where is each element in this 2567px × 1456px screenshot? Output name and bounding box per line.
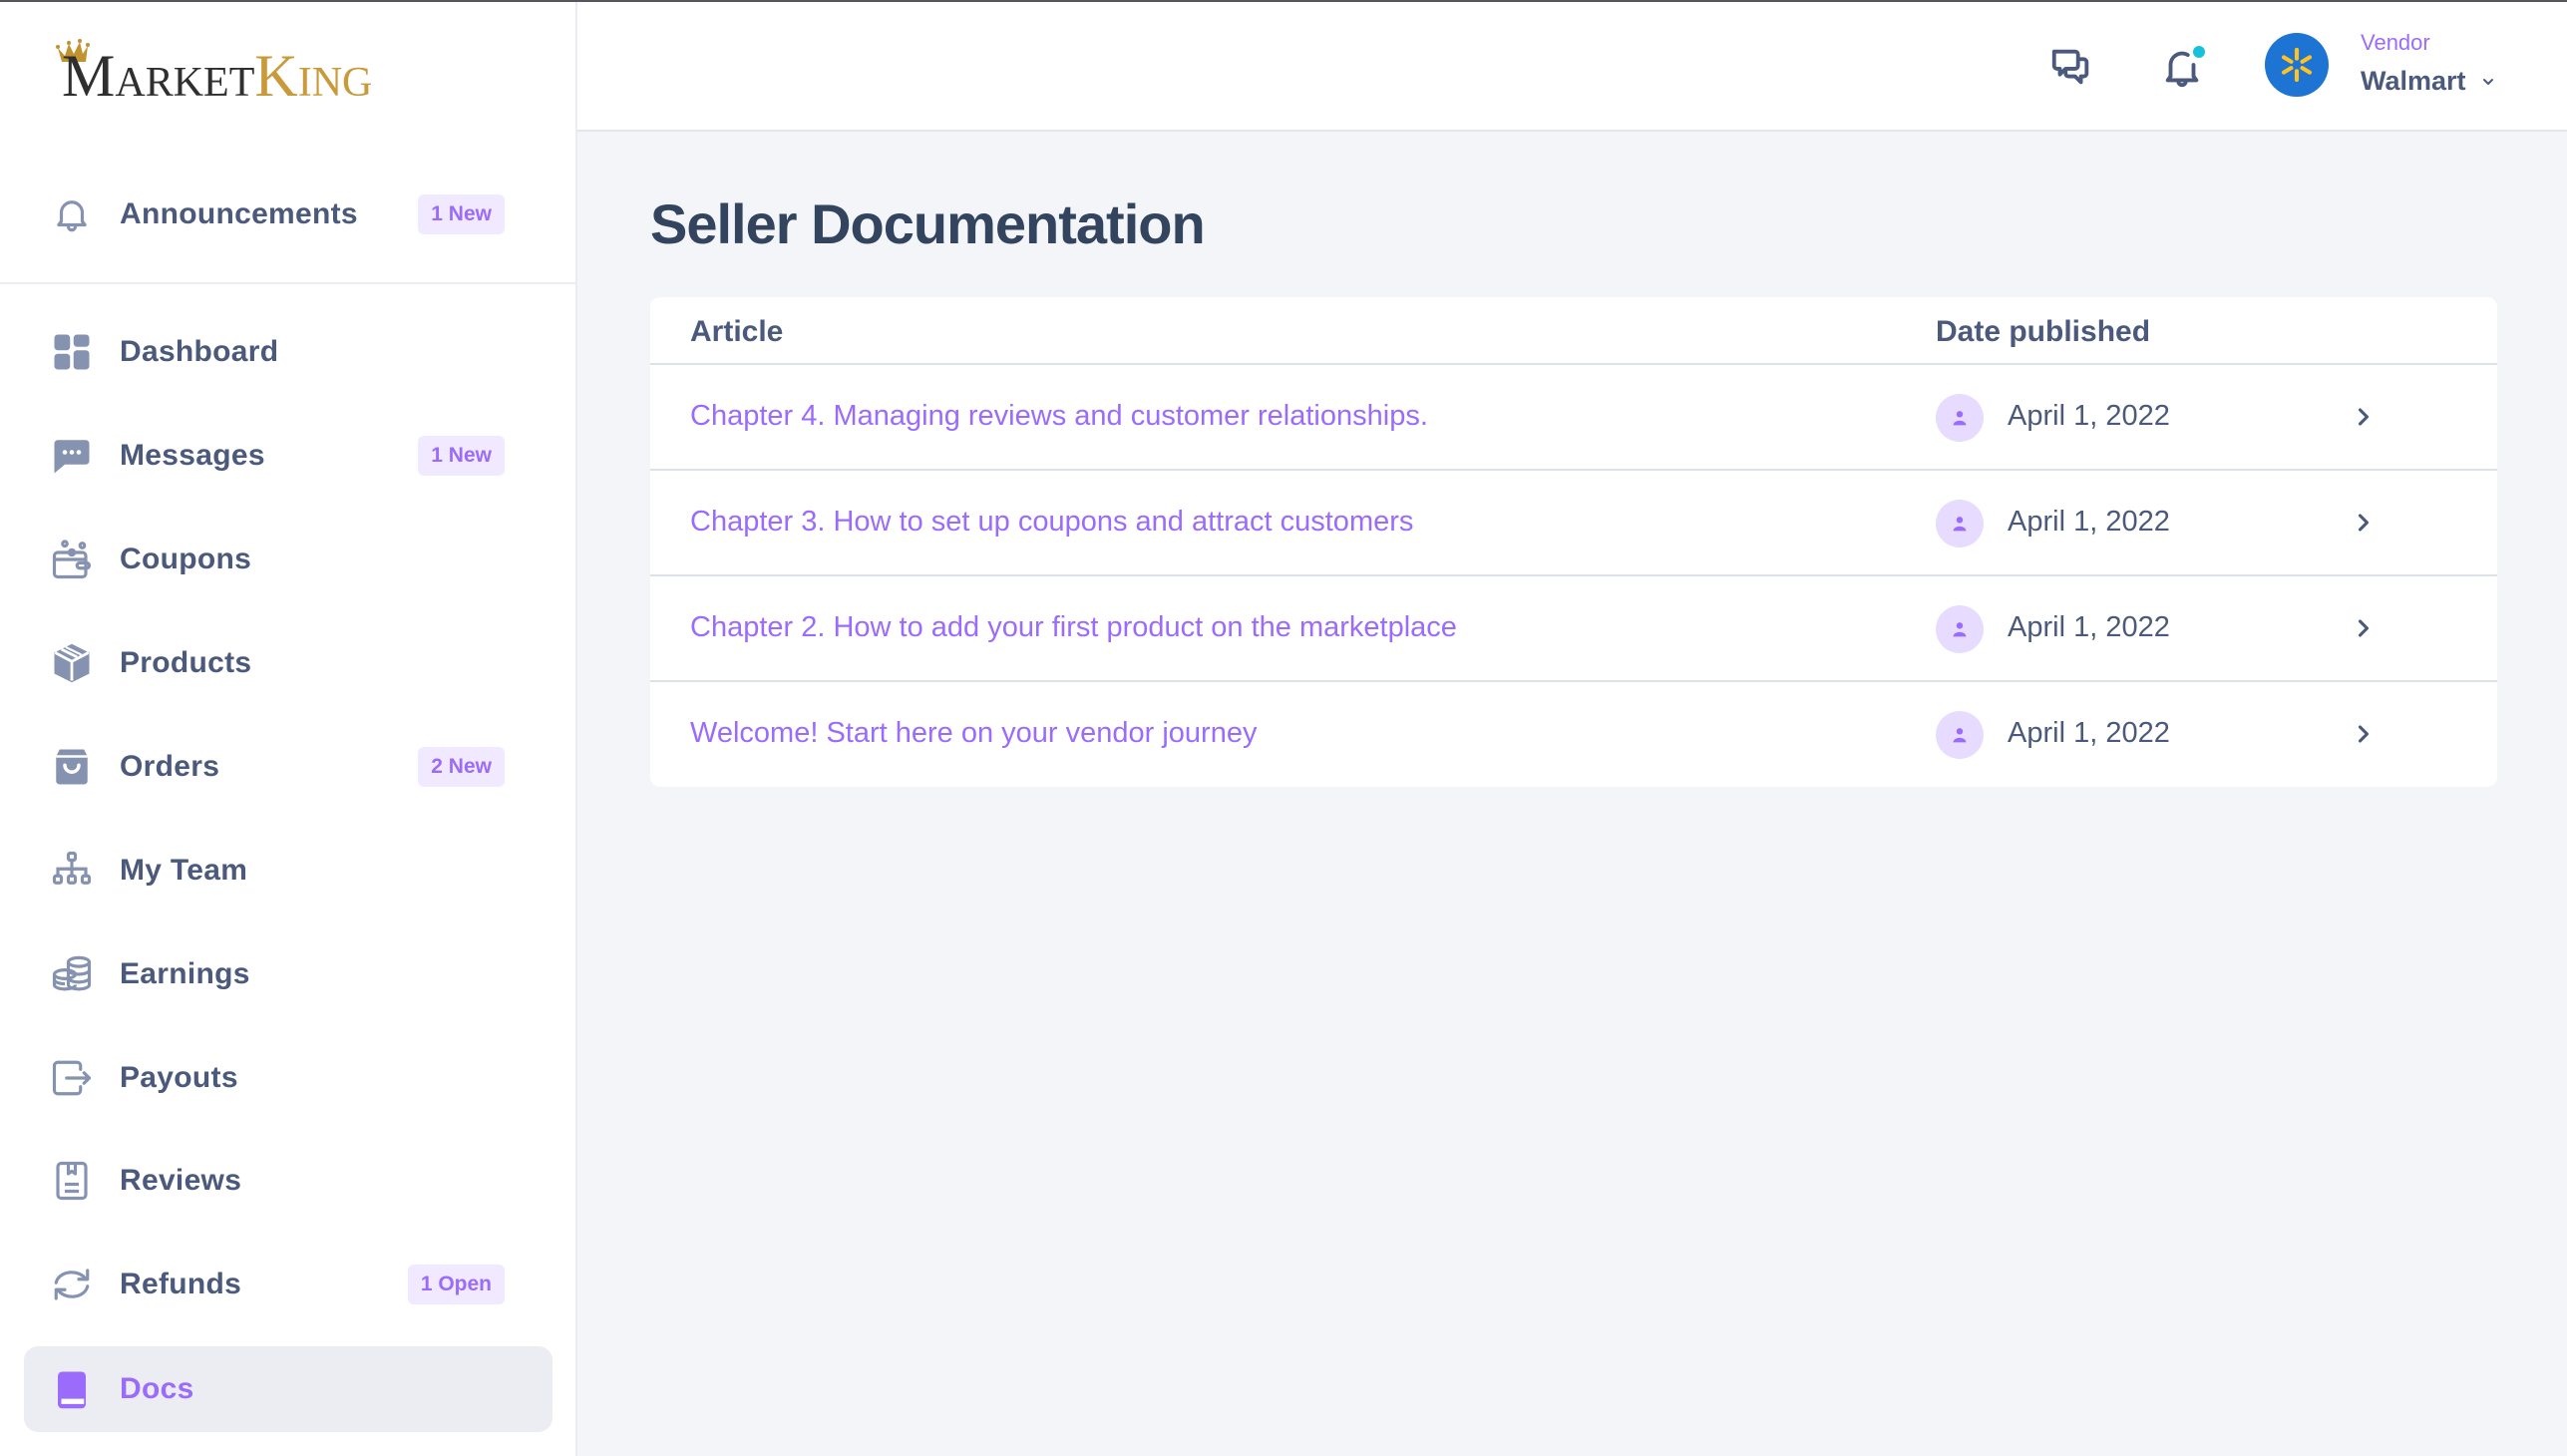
date-published: April 1, 2022 (2008, 611, 2170, 643)
chat-bubble-icon (50, 434, 94, 478)
date-published: April 1, 2022 (2008, 400, 2170, 432)
chevron-right-icon[interactable] (2350, 720, 2378, 748)
table-header: Article Date published (650, 297, 2497, 365)
notifications-button[interactable] (2159, 44, 2205, 90)
walmart-spark-icon (2281, 47, 2313, 83)
messages-button[interactable] (2048, 44, 2094, 90)
sidebar-item-label: My Team (120, 854, 248, 887)
user-icon (1953, 411, 1967, 426)
user-icon (1953, 622, 1967, 637)
top-header: Vendor Walmart (577, 0, 2567, 132)
chevron-down-icon (2482, 78, 2493, 85)
table-row[interactable]: Welcome! Start here on your vendor journ… (650, 682, 2497, 787)
date-published: April 1, 2022 (2008, 506, 2170, 538)
new-count-badge: 2 New (418, 747, 505, 787)
shopping-bag-icon (50, 745, 94, 789)
author-avatar (1936, 500, 1984, 547)
brand-market-rest: ARKET (115, 60, 255, 106)
vendor-switcher[interactable]: Walmart (2361, 66, 2496, 97)
new-count-badge: 1 New (418, 194, 505, 234)
sidebar-item-label: Docs (120, 1372, 194, 1405)
chevron-right-icon[interactable] (2350, 403, 2378, 431)
user-icon (1953, 728, 1967, 743)
sidebar-item-orders[interactable]: Orders 2 New (24, 724, 552, 810)
sidebar-item-my-team[interactable]: My Team (24, 828, 552, 913)
sidebar-item-label: Earnings (120, 957, 250, 990)
sidebar-item-label: Reviews (120, 1164, 242, 1197)
sidebar-item-label: Payouts (120, 1061, 238, 1094)
chevron-right-icon[interactable] (2350, 509, 2378, 537)
refresh-icon (50, 1263, 94, 1306)
notification-dot (2193, 46, 2205, 58)
sidebar-item-messages[interactable]: Messages 1 New (24, 413, 552, 499)
wallet-coupon-icon (50, 538, 94, 581)
vendor-name: Walmart (2361, 66, 2466, 96)
box-icon (50, 641, 94, 685)
brand-initial-k: K (254, 43, 298, 109)
new-count-badge: 1 New (418, 436, 505, 476)
bell-icon (50, 192, 94, 236)
sidebar-item-earnings[interactable]: Earnings (24, 931, 552, 1017)
column-header-date: Date published (1936, 315, 2151, 348)
table-row[interactable]: Chapter 4. Managing reviews and customer… (650, 365, 2497, 471)
sidebar-item-docs[interactable]: Docs (24, 1346, 552, 1432)
sidebar: MARKETKING Announcements 1 New Dashboard… (0, 0, 577, 1456)
date-published: April 1, 2022 (2008, 717, 2170, 749)
author-avatar (1936, 605, 1984, 653)
sidebar-item-label: Messages (120, 439, 265, 472)
article-link[interactable]: Chapter 4. Managing reviews and customer… (690, 400, 1428, 433)
grid-icon (50, 330, 94, 374)
sidebar-item-products[interactable]: Products (24, 620, 552, 706)
document-bookmark-icon (50, 1159, 94, 1203)
sidebar-item-label: Coupons (120, 543, 252, 575)
author-avatar (1936, 711, 1984, 759)
table-row[interactable]: Chapter 3. How to set up coupons and att… (650, 471, 2497, 576)
article-link[interactable]: Chapter 3. How to set up coupons and att… (690, 506, 1413, 539)
table-row[interactable]: Chapter 2. How to add your first product… (650, 576, 2497, 682)
sidebar-item-label: Announcements (120, 197, 358, 230)
sidebar-item-reviews[interactable]: Reviews (24, 1138, 552, 1224)
docs-table: Article Date published Chapter 4. Managi… (650, 297, 2497, 787)
org-chart-icon (50, 849, 94, 893)
book-icon (50, 1367, 94, 1411)
marketking-logo[interactable]: MARKETKING (56, 38, 415, 110)
article-link[interactable]: Welcome! Start here on your vendor journ… (690, 717, 1257, 750)
sidebar-item-label: Dashboard (120, 335, 279, 368)
sidebar-divider (0, 282, 576, 284)
author-avatar (1936, 394, 1984, 442)
brand-king-rest: ING (297, 60, 373, 106)
user-icon (1953, 517, 1967, 532)
sidebar-item-dashboard[interactable]: Dashboard (24, 309, 552, 395)
chevron-right-icon[interactable] (2350, 614, 2378, 642)
column-header-article: Article (690, 315, 784, 348)
vendor-role-label: Vendor (2361, 30, 2430, 55)
sidebar-item-coupons[interactable]: Coupons (24, 517, 552, 602)
article-link[interactable]: Chapter 2. How to add your first product… (690, 611, 1457, 644)
open-count-badge: 1 Open (407, 1265, 505, 1304)
wallet-export-icon (50, 1056, 94, 1100)
vendor-avatar[interactable] (2265, 33, 2329, 97)
chat-icon (2051, 49, 2089, 85)
brand-initial-m: M (62, 43, 116, 109)
sidebar-item-refunds[interactable]: Refunds 1 Open (24, 1242, 552, 1327)
coins-icon (50, 952, 94, 996)
sidebar-item-label: Products (120, 646, 252, 679)
sidebar-item-payouts[interactable]: Payouts (24, 1035, 552, 1121)
sidebar-item-label: Refunds (120, 1268, 242, 1300)
sidebar-item-label: Orders (120, 750, 220, 783)
sidebar-item-announcements[interactable]: Announcements 1 New (24, 172, 552, 257)
page-title: Seller Documentation (650, 192, 1206, 255)
window-top-border (0, 0, 2567, 2)
